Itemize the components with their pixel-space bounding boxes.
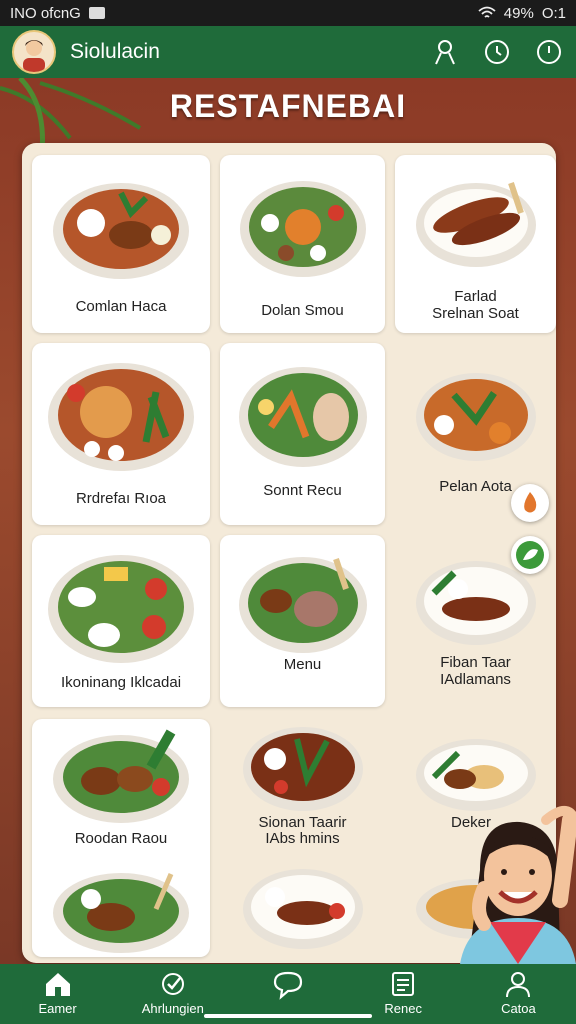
dish-image [238, 557, 367, 653]
profile-icon [506, 972, 531, 998]
carrier-text: INO ofcnG [10, 4, 81, 22]
nav-label: Ahrlungien [141, 1001, 204, 1016]
battery-text: 49% [503, 4, 534, 22]
leaf-button[interactable] [511, 536, 549, 574]
nav-label: Eamer [38, 1001, 77, 1016]
dish-image [48, 363, 194, 471]
dish-label-secondary: IAbs hmins [265, 830, 340, 847]
user-icon[interactable] [430, 37, 460, 67]
app-title: Siolulacin [70, 40, 160, 63]
nav-label: Renec [384, 1001, 422, 1016]
flame-icon [524, 492, 537, 513]
dish-image [53, 183, 189, 279]
wifi-icon [478, 6, 496, 18]
dish-label: Ikoninang Iklcadai [60, 674, 182, 691]
home-indicator[interactable] [204, 1014, 372, 1018]
dish-card[interactable]: Sionan Taarir IAbs hmins [220, 719, 385, 957]
history-icon[interactable] [482, 37, 512, 67]
dish-image [48, 555, 194, 663]
leaf-icon [516, 541, 544, 569]
status-bar: INO ofcnG 49% O:1 [0, 0, 576, 26]
dish-image [242, 727, 363, 811]
dish-label: Comlan Haca [75, 298, 167, 315]
dish-label-secondary: Srelnan Soat [432, 305, 519, 322]
dish-card[interactable]: Sonnt Recu [220, 343, 385, 525]
dish-label: Roodan Raou [74, 830, 168, 847]
image-notification-icon [88, 7, 105, 19]
nav-item-home[interactable]: Eamer [0, 964, 115, 1024]
dish-label: Rrdrefaı Rıoa [75, 490, 167, 507]
time-text: O:1 [541, 4, 566, 22]
dish-label: Dolan Smou [261, 302, 344, 319]
dish-label: Farlad [454, 288, 497, 305]
dish-label: Menu [283, 656, 322, 673]
dish-label-secondary: IAdlamans [440, 671, 511, 688]
dish-image [53, 729, 189, 823]
dish-card[interactable]: Dolan Smou [220, 155, 385, 333]
dish-label: Fiban Taar [440, 654, 511, 671]
check-badge-icon [161, 973, 184, 995]
restaurant-title: RESTAFNEBAI [169, 88, 407, 124]
nav-item-profile[interactable]: Catoa [461, 964, 576, 1024]
fire-button[interactable] [511, 484, 549, 522]
dish-image [238, 367, 367, 467]
dish-image [239, 181, 366, 277]
dish-card[interactable]: Rrdrefaı Rıoa [32, 343, 210, 525]
dish-label: Sionan Taarir [258, 814, 347, 831]
nav-label: Catoa [501, 1001, 536, 1016]
dish-card[interactable]: Farlad Srelnan Soat [395, 155, 556, 333]
dish-card[interactable]: Roodan Raou [32, 719, 210, 957]
app-bar: Siolulacin [0, 26, 576, 78]
dish-label: Sonnt Recu [263, 482, 342, 499]
dish-card[interactable]: Ikoninang Iklcadai [32, 535, 210, 707]
chat-icon [273, 971, 303, 1000]
dish-image [415, 182, 536, 267]
waving-woman-illustration [460, 806, 576, 964]
avatar[interactable] [12, 30, 56, 74]
home-icon [45, 973, 70, 996]
dish-card[interactable]: Comlan Haca [32, 155, 210, 333]
dish-image [53, 873, 189, 953]
clock-icon[interactable] [534, 37, 564, 67]
dish-card[interactable]: Menu [220, 535, 385, 707]
dish-image [415, 373, 536, 461]
dish-image [242, 869, 363, 949]
receipt-icon [392, 972, 415, 996]
